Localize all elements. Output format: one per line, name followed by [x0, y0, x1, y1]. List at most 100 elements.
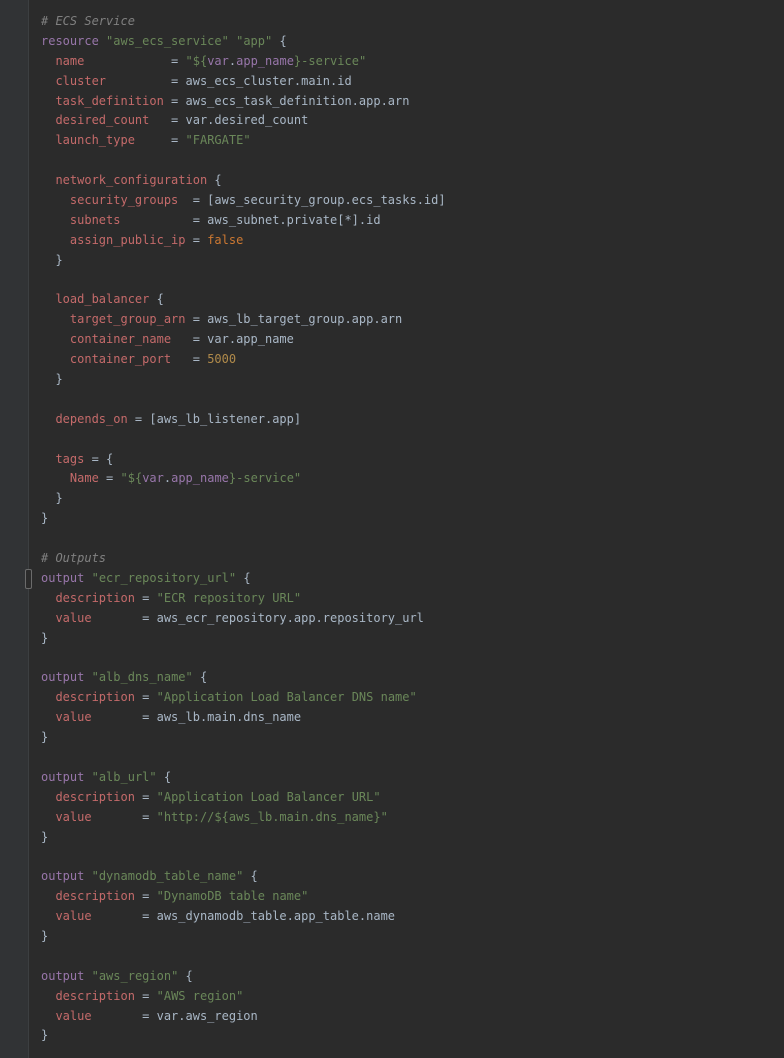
- code-token: =: [134, 590, 157, 605]
- code-token: =: [134, 988, 157, 1003]
- code-token: }: [41, 491, 63, 506]
- code-token: subnets: [69, 212, 121, 227]
- code-token: description: [55, 590, 135, 605]
- code-token: # Outputs: [41, 551, 107, 566]
- code-token: =: [134, 133, 186, 148]
- code-line: network_configuration {: [41, 171, 776, 191]
- code-token: output: [41, 968, 85, 983]
- code-line: }: [41, 728, 776, 748]
- code-line: output "dynamodb_table_name" {: [41, 867, 776, 887]
- fold-toggle-icon[interactable]: [25, 569, 32, 589]
- code-token: "Application Load Balancer DNS name": [156, 690, 417, 705]
- code-token: = aws_ecs_cluster.main.id: [106, 73, 352, 88]
- code-token: =: [98, 471, 121, 486]
- code-token: {: [192, 670, 208, 685]
- code-line: task_definition = aws_ecs_task_definitio…: [41, 92, 776, 112]
- code-token: 5000: [207, 352, 237, 367]
- code-line: container_port = 5000: [41, 350, 776, 370]
- code-token: }: [41, 252, 63, 267]
- code-token: false: [207, 232, 244, 247]
- code-line: output "aws_region" {: [41, 967, 776, 987]
- code-token: description: [55, 988, 135, 1003]
- code-line: name = "${var.app_name}-service": [41, 52, 776, 72]
- code-token: }: [41, 630, 49, 645]
- code-token: var: [207, 53, 229, 68]
- code-editor[interactable]: # ECS Service resource "aws_ecs_service" …: [41, 12, 776, 1046]
- code-token: "${: [120, 471, 143, 486]
- code-token: task_definition: [55, 93, 164, 108]
- code-token: network_configuration: [55, 173, 208, 188]
- code-token: }: [41, 372, 63, 387]
- code-line: }: [41, 509, 776, 529]
- code-token: desired_count: [55, 113, 150, 128]
- code-token: "ECR repository URL": [156, 590, 302, 605]
- code-token: "ecr_repository_url": [91, 570, 237, 585]
- code-line: cluster = aws_ecs_cluster.main.id: [41, 72, 776, 92]
- code-token: "aws_ecs_service": [106, 33, 229, 48]
- code-line: Name = "${var.app_name}-service": [41, 469, 776, 489]
- code-line: }: [41, 629, 776, 649]
- code-token: = aws_lb_target_group.app.arn: [185, 312, 403, 327]
- code-token: "Application Load Balancer URL": [156, 789, 381, 804]
- code-token: # ECS Service: [41, 14, 135, 28]
- code-token: cluster: [55, 73, 107, 88]
- code-line: output "alb_dns_name" {: [41, 668, 776, 688]
- code-line: container_name = var.app_name: [41, 330, 776, 350]
- code-token: output: [41, 769, 85, 784]
- code-token: =: [91, 809, 157, 824]
- code-line: }: [41, 828, 776, 848]
- code-line: description = "AWS region": [41, 987, 776, 1007]
- code-line: # Outputs: [41, 549, 776, 569]
- code-token: security_groups: [69, 193, 179, 208]
- code-line: output "alb_url" {: [41, 768, 776, 788]
- code-token: value: [55, 809, 92, 824]
- code-token: "alb_url": [91, 769, 157, 784]
- code-token: "alb_dns_name": [91, 670, 193, 685]
- code-token: = var.app_name: [171, 332, 294, 347]
- code-token: }-service": [293, 53, 367, 68]
- code-token: = [aws_lb_listener.app]: [127, 411, 302, 426]
- code-token: = [aws_security_group.ecs_tasks.id]: [178, 193, 446, 208]
- code-line: security_groups = [aws_security_group.ec…: [41, 191, 776, 211]
- code-token: =: [134, 889, 157, 904]
- code-token: = aws_ecr_repository.app.repository_url: [91, 610, 424, 625]
- code-token: {: [178, 968, 193, 983]
- code-line: description = "Application Load Balancer…: [41, 788, 776, 808]
- code-token: value: [55, 610, 92, 625]
- code-token: "dynamodb_table_name": [91, 869, 244, 884]
- code-token: value: [55, 909, 92, 924]
- code-line: desired_count = var.desired_count: [41, 111, 776, 131]
- code-line: description = "DynamoDB table name": [41, 887, 776, 907]
- code-line: value = aws_ecr_repository.app.repositor…: [41, 609, 776, 629]
- code-line: target_group_arn = aws_lb_target_group.a…: [41, 310, 776, 330]
- code-line: assign_public_ip = false: [41, 231, 776, 251]
- code-line: description = "ECR repository URL": [41, 589, 776, 609]
- code-token: }: [41, 511, 49, 526]
- code-token: description: [55, 889, 135, 904]
- code-token: = aws_ecs_task_definition.app.arn: [163, 93, 410, 108]
- code-line: depends_on = [aws_lb_listener.app]: [41, 410, 776, 430]
- code-token: =: [134, 690, 157, 705]
